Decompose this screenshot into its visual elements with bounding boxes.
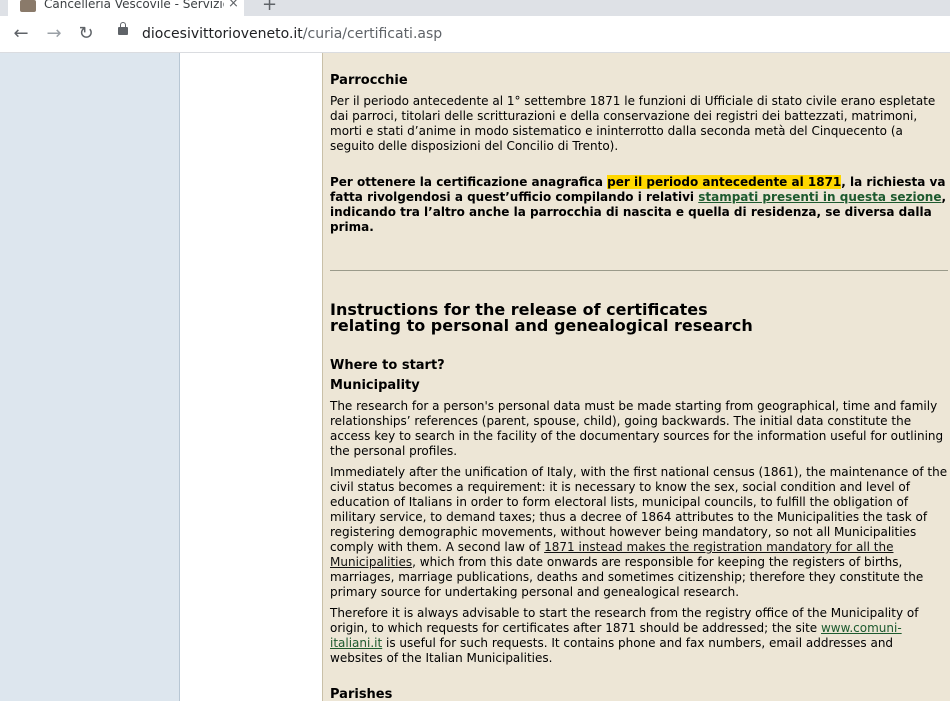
url-path: /curia/certificati.asp xyxy=(302,26,443,42)
favicon-icon xyxy=(20,0,36,12)
english-title: Instructions for the release of certific… xyxy=(330,302,753,334)
forms-link[interactable]: stampati presenti in questa sezione xyxy=(698,190,941,204)
main-content: Parrocchie Per il periodo antecedente al… xyxy=(323,53,950,701)
browser-tab[interactable]: Cancelleria Vescovile - Servizio ce × xyxy=(8,0,244,16)
left-margin-column xyxy=(180,53,323,701)
tab-close-icon[interactable]: × xyxy=(228,0,239,11)
url-domain: diocesivittorioveneto.it xyxy=(142,26,303,42)
section-divider xyxy=(330,270,948,271)
address-bar[interactable]: diocesivittorioveneto.it/curia/certifica… xyxy=(142,25,442,43)
new-tab-icon[interactable]: + xyxy=(262,0,277,15)
reload-icon[interactable]: ↻ xyxy=(74,22,98,46)
highlighted-period: per il periodo antecedente al 1871 xyxy=(607,175,842,189)
paragraph-parrocchie-history: Per il periodo antecedente al 1° settemb… xyxy=(330,94,936,153)
paragraph-certification-request: Per ottenere la certificazione anagrafic… xyxy=(330,175,948,235)
text-fragment: , which from this date onwards are respo… xyxy=(330,555,924,599)
paragraph-civil-status: Immediately after the unification of Ita… xyxy=(330,465,948,600)
paragraph-research-intro: The research for a person's personal dat… xyxy=(330,399,944,458)
where-to-start-heading: Where to start? xyxy=(330,358,445,373)
text-fragment: Per ottenere la certificazione anagrafic… xyxy=(330,175,608,189)
english-title-line2: relating to personal and genealogical re… xyxy=(330,316,753,335)
forward-arrow-icon[interactable]: → xyxy=(42,22,66,46)
paragraph-registry-office: Therefore it is always advisable to star… xyxy=(330,606,948,666)
section-heading-parrocchie: Parrocchie xyxy=(330,73,408,88)
municipality-heading: Municipality xyxy=(330,378,420,393)
tab-strip: Cancelleria Vescovile - Servizio ce × + xyxy=(0,0,950,16)
back-arrow-icon[interactable]: ← xyxy=(9,22,33,46)
text-fragment: is useful for such requests. It contains… xyxy=(330,636,894,665)
left-sidebar xyxy=(0,53,180,701)
lock-icon[interactable] xyxy=(118,22,128,35)
tab-title: Cancelleria Vescovile - Servizio ce xyxy=(44,0,224,11)
parishes-heading: Parishes xyxy=(330,687,393,701)
